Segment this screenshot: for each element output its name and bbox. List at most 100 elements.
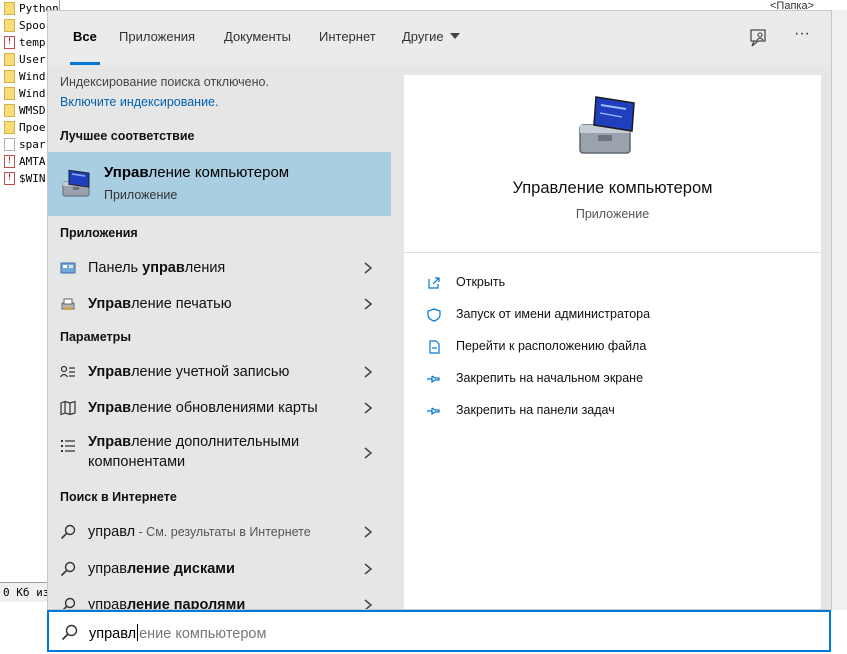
file-name: $WIN bbox=[19, 172, 46, 185]
account-icon bbox=[60, 365, 75, 378]
match-highlight: Управ bbox=[88, 400, 132, 416]
chevron-right-icon[interactable] bbox=[361, 525, 375, 539]
best-match-header: Лучшее соответствие bbox=[60, 129, 195, 143]
file-name: Wind bbox=[19, 70, 46, 83]
label-suffix: ление учетной записью bbox=[131, 364, 290, 380]
map-icon bbox=[60, 400, 76, 416]
preview-title: Управление компьютером bbox=[512, 179, 713, 197]
enable-indexing-link[interactable]: Включите индексирование. bbox=[60, 95, 218, 109]
label-prefix: управ bbox=[88, 597, 127, 610]
file-location-icon bbox=[429, 340, 440, 354]
action-label: Перейти к расположению файла bbox=[456, 339, 647, 353]
result-account-management[interactable]: Управление учетной записью bbox=[48, 354, 391, 390]
action-label: Открыть bbox=[456, 275, 506, 289]
result-print-management[interactable]: Управление печатью bbox=[48, 286, 391, 322]
label-line2: компонентами bbox=[88, 454, 186, 470]
file-name: Spoo bbox=[19, 19, 46, 32]
label-suffix: ление обновлениями карты bbox=[131, 400, 318, 416]
file-name: spar bbox=[19, 138, 46, 151]
search-icon bbox=[60, 524, 76, 540]
result-label: Управление печатью bbox=[88, 296, 232, 312]
result-map-updates[interactable]: Управление обновлениями карты bbox=[48, 390, 391, 426]
folder-icon bbox=[4, 121, 15, 134]
shield-icon bbox=[427, 308, 441, 322]
action-pin-taskbar[interactable]: Закрепить на панели задач bbox=[426, 399, 806, 423]
result-label: Управление дополнительными компонентами bbox=[88, 432, 299, 472]
result-web-disk-management[interactable]: управление дисками bbox=[48, 551, 391, 587]
folder-icon bbox=[4, 19, 15, 32]
preview-pane: Управление компьютером Приложение Открыт… bbox=[404, 75, 821, 609]
match-rest: ление компьютером bbox=[148, 164, 290, 181]
tab-documents[interactable]: Документы bbox=[224, 11, 291, 65]
file-name: Проe bbox=[19, 121, 46, 134]
search-typed-text: управл bbox=[89, 626, 137, 642]
computer-management-icon bbox=[579, 96, 635, 154]
chevron-right-icon[interactable] bbox=[361, 297, 375, 311]
result-web-password-management[interactable]: управление паролями bbox=[48, 587, 391, 610]
chevron-right-icon[interactable] bbox=[361, 401, 375, 415]
action-label: Запуск от имени администратора bbox=[456, 307, 651, 321]
match-highlight: Управ bbox=[88, 364, 132, 380]
result-optional-features[interactable]: Управление дополнительными компонентами bbox=[48, 428, 391, 476]
best-match-item[interactable]: Управление компьютером Приложение bbox=[48, 152, 391, 216]
web-query-hint: - См. результаты в Интернете bbox=[135, 525, 311, 539]
file-icon bbox=[4, 138, 15, 151]
action-run-as-admin[interactable]: Запуск от имени администратора bbox=[426, 303, 806, 327]
tab-internet[interactable]: Интернет bbox=[319, 11, 376, 65]
action-open[interactable]: Открыть bbox=[426, 271, 806, 295]
match-highlight: ление дисками bbox=[126, 561, 235, 577]
folder-icon bbox=[4, 70, 15, 83]
result-web-search[interactable]: управл - См. результаты в Интернете bbox=[48, 514, 391, 550]
match-highlight: Управ bbox=[88, 296, 132, 312]
action-label: Закрепить на начальном экране bbox=[456, 371, 644, 385]
search-icon bbox=[60, 561, 76, 577]
open-icon bbox=[428, 277, 440, 289]
match-highlight: управ bbox=[142, 260, 185, 276]
result-control-panel[interactable]: Панель управления bbox=[48, 250, 391, 286]
action-open-file-location[interactable]: Перейти к расположению файла bbox=[426, 335, 806, 359]
settings-header: Параметры bbox=[60, 330, 131, 344]
text-caret bbox=[137, 624, 139, 641]
computer-management-icon bbox=[62, 169, 90, 197]
preview-subtitle: Приложение bbox=[575, 207, 650, 221]
match-highlight: Управ bbox=[104, 164, 149, 181]
feedback-button[interactable] bbox=[748, 27, 770, 49]
tab-other[interactable]: Другие bbox=[402, 11, 460, 65]
file-name: User bbox=[19, 53, 46, 66]
folder-icon bbox=[4, 2, 15, 15]
file-name: Wind bbox=[19, 87, 46, 100]
chevron-right-icon[interactable] bbox=[361, 562, 375, 576]
chevron-right-icon[interactable] bbox=[361, 261, 375, 275]
indexing-notice: Индексирование поиска отключено. bbox=[60, 75, 269, 89]
best-match-title: Управление компьютером bbox=[104, 164, 289, 181]
action-label: Закрепить на панели задач bbox=[456, 403, 615, 417]
result-label: управл - См. результаты в Интернете bbox=[88, 524, 311, 540]
label-suffix: ление печатью bbox=[131, 296, 232, 312]
warning-file-icon: ! bbox=[4, 172, 15, 185]
tab-apps[interactable]: Приложения bbox=[119, 11, 195, 65]
match-highlight: ление паролями bbox=[126, 597, 246, 610]
result-label: Панель управления bbox=[88, 260, 225, 276]
tab-all[interactable]: Все bbox=[70, 11, 100, 65]
search-text[interactable]: управл ение компьютером bbox=[89, 624, 266, 642]
action-pin-start[interactable]: Закрепить на начальном экране bbox=[426, 367, 806, 391]
search-tabbar: Все Приложения Документы Интернет Другие… bbox=[48, 11, 831, 65]
result-label: Управление учетной записью bbox=[88, 364, 289, 380]
search-input[interactable]: управл ение компьютером bbox=[47, 610, 831, 652]
feedback-icon bbox=[750, 29, 766, 47]
list-icon bbox=[61, 440, 75, 452]
chevron-right-icon[interactable] bbox=[361, 598, 375, 610]
chevron-right-icon[interactable] bbox=[361, 446, 375, 460]
caret-down-icon bbox=[449, 33, 460, 39]
match-highlight: Управ bbox=[88, 434, 132, 450]
more-options-button[interactable]: ··· bbox=[790, 25, 814, 49]
search-icon bbox=[61, 624, 78, 641]
label-prefix: Панель bbox=[88, 260, 143, 276]
control-panel-icon bbox=[60, 262, 76, 274]
pin-icon bbox=[427, 407, 440, 416]
chevron-right-icon[interactable] bbox=[361, 365, 375, 379]
file-name: temp bbox=[19, 36, 46, 49]
result-label: управление паролями bbox=[88, 597, 246, 610]
printer-icon bbox=[61, 298, 75, 310]
result-label: Управление обновлениями карты bbox=[88, 400, 318, 416]
